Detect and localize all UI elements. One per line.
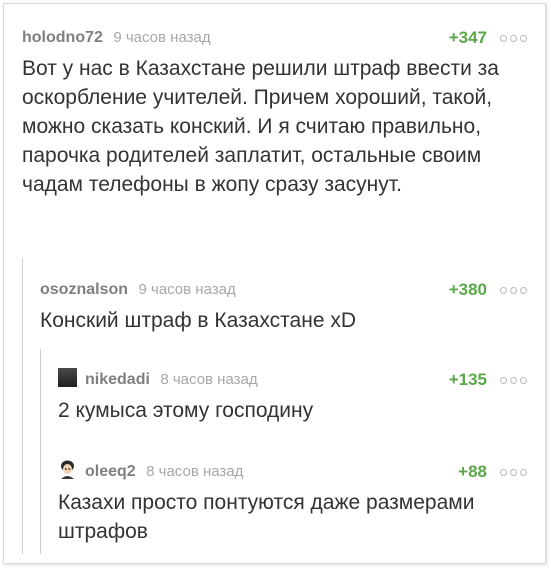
- comment-text: Конский штраф в Казахстане xD: [40, 309, 357, 332]
- comment-thread: holodno72 9 часов назад +347 Вот у нас в…: [3, 3, 546, 564]
- username-link[interactable]: nikedadi: [85, 371, 150, 388]
- thread-line: [22, 258, 23, 554]
- timestamp: 9 часов назад: [113, 29, 211, 46]
- timestamp: 8 часов назад: [160, 371, 258, 388]
- thread-line: [40, 442, 41, 554]
- rating-value: +380: [448, 280, 487, 299]
- comment-text: Казахи просто понтуются даже размерами ш…: [58, 491, 475, 543]
- more-dots-icon[interactable]: [500, 377, 527, 384]
- comment-oleeq2: oleeq2 8 часов назад +88 Казахи просто п…: [58, 460, 527, 546]
- comment-meta: oleeq2 8 часов назад +88: [58, 460, 527, 484]
- rating-value: +88: [458, 462, 487, 481]
- username-link[interactable]: osoznalson: [40, 281, 128, 298]
- timestamp: 8 часов назад: [146, 463, 244, 480]
- comment-text: Вот у нас в Казахстане решили штраф ввес…: [22, 57, 499, 196]
- more-dots-icon[interactable]: [500, 469, 527, 476]
- rating-value: +347: [448, 28, 487, 47]
- comment-nikedadi: nikedadi 8 часов назад +135 2 кумыса это…: [58, 368, 527, 425]
- username-link[interactable]: oleeq2: [85, 463, 136, 480]
- comment-meta: nikedadi 8 часов назад +135: [58, 368, 527, 392]
- avatar-icon[interactable]: [58, 460, 77, 479]
- username-link[interactable]: holodno72: [22, 29, 103, 46]
- more-dots-icon[interactable]: [500, 287, 527, 294]
- comment-meta: osoznalson 9 часов назад +380: [40, 278, 527, 302]
- rating-value: +135: [448, 370, 487, 389]
- timestamp: 9 часов назад: [138, 281, 236, 298]
- comment-osoznalson: osoznalson 9 часов назад +380 Конский шт…: [40, 278, 527, 335]
- avatar-icon[interactable]: [58, 368, 77, 387]
- comment-meta: holodno72 9 часов назад +347: [22, 26, 527, 50]
- comment-text: 2 кумыса этому господину: [58, 399, 314, 422]
- comment-holodno72: holodno72 9 часов назад +347 Вот у нас в…: [22, 26, 527, 199]
- more-dots-icon[interactable]: [500, 35, 527, 42]
